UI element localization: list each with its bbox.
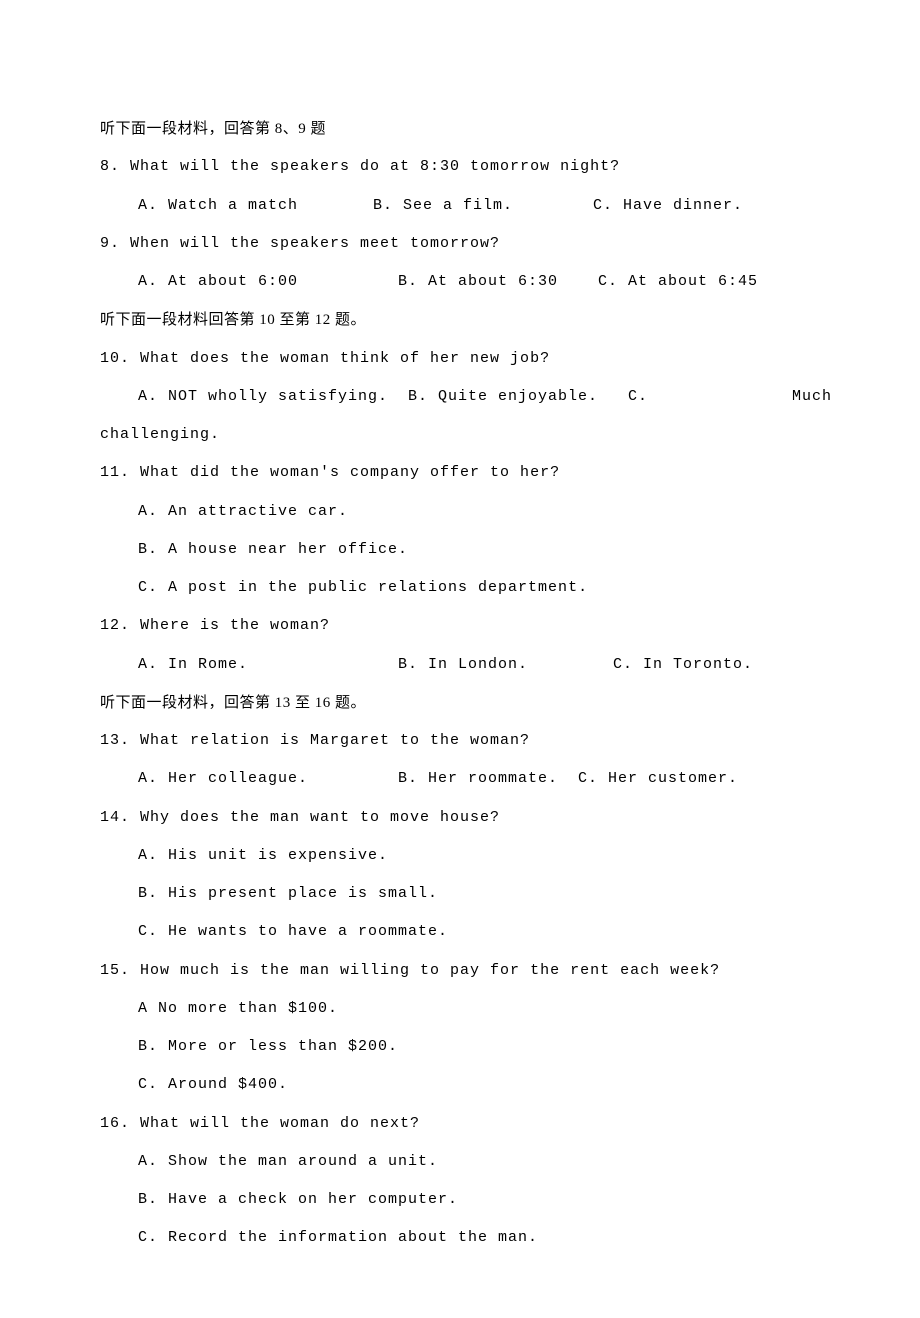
question-11-stem: 11. What did the woman's company offer t… [100, 454, 832, 492]
option-c: C. At about 6:45 [598, 263, 832, 301]
question-8-options: A. Watch a match B. See a film. C. Have … [100, 187, 832, 225]
option-a: A. His unit is expensive. [100, 837, 832, 875]
question-12-stem: 12. Where is the woman? [100, 607, 832, 645]
option-a: A. An attractive car. [100, 493, 832, 531]
question-10-stem: 10. What does the woman think of her new… [100, 340, 832, 378]
option-b: B. More or less than $200. [100, 1028, 832, 1066]
option-c: C. Around $400. [100, 1066, 832, 1104]
option-b: B. At about 6:30 [398, 263, 598, 301]
question-13-stem: 13. What relation is Margaret to the wom… [100, 722, 832, 760]
option-a: A. NOT wholly satisfying. [138, 378, 408, 416]
option-b: B. See a film. [373, 187, 593, 225]
section-heading: 听下面一段材料，回答第 8、9 题 [100, 110, 832, 148]
option-a: A. Watch a match [138, 187, 373, 225]
question-9-stem: 9. When will the speakers meet tomorrow? [100, 225, 832, 263]
question-10-options: A. NOT wholly satisfying. B. Quite enjoy… [100, 378, 832, 416]
question-12-options: A. In Rome. B. In London. C. In Toronto. [100, 646, 832, 684]
option-c: C. Much [628, 378, 832, 416]
option-a: A No more than $100. [100, 990, 832, 1028]
section-heading: 听下面一段材料，回答第 13 至 16 题。 [100, 684, 832, 722]
question-16-stem: 16. What will the woman do next? [100, 1105, 832, 1143]
option-b: B. Quite enjoyable. [408, 378, 628, 416]
option-c: C. Her customer. [578, 760, 832, 798]
option-b: B. His present place is small. [100, 875, 832, 913]
section-heading: 听下面一段材料回答第 10 至第 12 题。 [100, 301, 832, 339]
option-c: C. In Toronto. [613, 646, 832, 684]
question-15-stem: 15. How much is the man willing to pay f… [100, 952, 832, 990]
question-8-stem: 8. What will the speakers do at 8:30 tom… [100, 148, 832, 186]
option-c: C. Have dinner. [593, 187, 832, 225]
question-9-options: A. At about 6:00 B. At about 6:30 C. At … [100, 263, 832, 301]
option-a: A. In Rome. [138, 646, 398, 684]
option-b: B. Her roommate. [398, 760, 578, 798]
option-c-label: C. [628, 388, 648, 405]
option-c-text-part1: Much [792, 378, 832, 416]
option-a: A. Her colleague. [138, 760, 398, 798]
option-a: A. At about 6:00 [138, 263, 398, 301]
option-b: B. A house near her office. [100, 531, 832, 569]
question-13-options: A. Her colleague. B. Her roommate. C. He… [100, 760, 832, 798]
question-14-stem: 14. Why does the man want to move house? [100, 799, 832, 837]
option-b: B. Have a check on her computer. [100, 1181, 832, 1219]
option-a: A. Show the man around a unit. [100, 1143, 832, 1181]
option-c: C. He wants to have a roommate. [100, 913, 832, 951]
option-c: C. Record the information about the man. [100, 1219, 832, 1257]
option-b: B. In London. [398, 646, 613, 684]
option-c: C. A post in the public relations depart… [100, 569, 832, 607]
option-c-text-part2: challenging. [100, 416, 832, 454]
